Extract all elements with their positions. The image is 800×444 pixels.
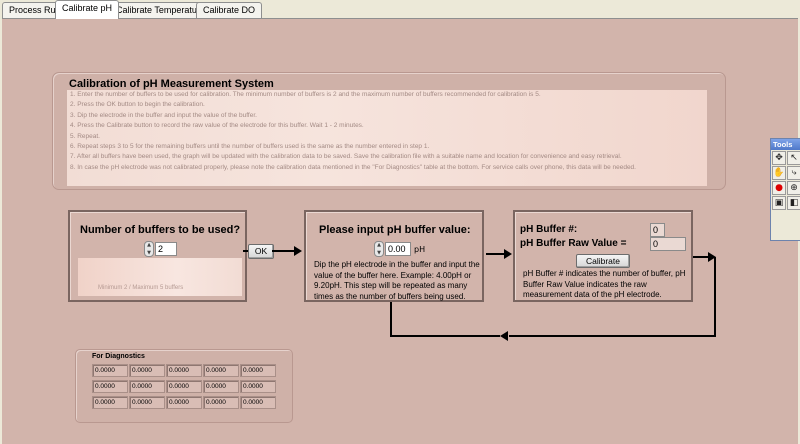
raw-value-display: 0 xyxy=(650,237,686,251)
spin-arrows-icon[interactable]: ▲ ▼ xyxy=(374,241,384,257)
diagnostics-cell: 0.0000 xyxy=(92,380,128,393)
diagnostics-cell: 0.0000 xyxy=(203,380,239,393)
diagnostics-cell: 0.0000 xyxy=(129,364,165,377)
wire xyxy=(509,335,716,337)
ok-button[interactable]: OK xyxy=(248,244,274,259)
wire xyxy=(486,253,505,255)
arrow-left-icon xyxy=(500,331,508,341)
buffers-count-control[interactable]: ▲ ▼ 2 xyxy=(144,241,177,257)
diagnostics-cell: 0.0000 xyxy=(129,380,165,393)
diagnostics-cell: 0.0000 xyxy=(166,380,202,393)
buffers-count-box: Number of buffers to be used? ▲ ▼ 2 Minim… xyxy=(68,210,247,302)
wire xyxy=(693,256,709,258)
buffers-count-note: Minimum 2 / Maximum 5 buffers xyxy=(78,258,242,296)
color-copy-icon[interactable]: ▣ xyxy=(772,196,786,210)
probe-icon[interactable]: ⊕ xyxy=(787,181,800,195)
tab-calibrate-ph[interactable]: Calibrate pH xyxy=(55,0,120,19)
color-icon[interactable]: ◧ xyxy=(787,196,800,210)
diagnostics-cell: 0.0000 xyxy=(129,396,165,409)
diagnostics-table: 0.0000 0.0000 0.0000 0.0000 0.0000 0.000… xyxy=(92,364,276,409)
wire xyxy=(243,250,248,252)
ph-unit-label: pH xyxy=(414,244,426,254)
buffers-count-caption: Minimum 2 / Maximum 5 buffers xyxy=(98,285,184,291)
instruction-line: 7. After all buffers have been used, the… xyxy=(70,153,622,161)
instruction-line: 6. Repeat steps 3 to 5 for the remaining… xyxy=(70,143,430,151)
instructions-text: 1. Enter the number of buffers to be use… xyxy=(67,90,707,186)
tools-grid: ✥ ↖ ✋ ⤷ ● ⊕ ▣ ◧ xyxy=(771,150,800,211)
instruction-line: 8. In case the pH electrode was not cali… xyxy=(70,163,636,171)
position-icon[interactable]: ↖ xyxy=(787,151,800,165)
calibrate-button[interactable]: Calibrate xyxy=(576,254,630,268)
diagnostics-cell: 0.0000 xyxy=(166,396,202,409)
wire xyxy=(714,257,716,337)
diagnostics-label: For Diagnostics xyxy=(92,353,145,360)
spin-arrows-icon[interactable]: ▲ ▼ xyxy=(144,241,154,257)
instruction-line: 4. Press the Calibrate button to record … xyxy=(70,122,364,130)
tools-palette[interactable]: Tools ✥ ↖ ✋ ⤷ ● ⊕ ▣ ◧ xyxy=(770,138,800,241)
ph-input-box: Please input pH buffer value: ▲ ▼ 0.00 pH… xyxy=(304,210,484,302)
raw-value-label: pH Buffer Raw Value = xyxy=(520,238,627,249)
raw-value-description: pH Buffer # indicates the number of buff… xyxy=(523,269,686,299)
buffers-count-field[interactable]: 2 xyxy=(155,242,177,256)
instruction-line: 1. Enter the number of buffers to be use… xyxy=(70,91,541,98)
diagnostics-cell: 0.0000 xyxy=(203,364,239,377)
diagnostics-panel: For Diagnostics 0.0000 0.0000 0.0000 0.0… xyxy=(75,349,293,423)
buffer-number-label: pH Buffer #: xyxy=(520,224,578,235)
ph-input-title: Please input pH buffer value: xyxy=(319,224,471,236)
ph-input-description: Dip the pH electrode in the buffer and i… xyxy=(314,260,480,301)
wiring-icon[interactable]: ⤷ xyxy=(787,166,800,180)
wire xyxy=(392,335,500,337)
arrow-right-icon xyxy=(504,249,512,259)
instruction-line: 2. Press the OK button to begin the cali… xyxy=(70,101,205,109)
calibration-instructions: Calibration of pH Measurement System 1. … xyxy=(52,72,726,190)
diagnostics-cell: 0.0000 xyxy=(92,396,128,409)
arrow-right-icon xyxy=(294,246,302,256)
wire xyxy=(390,302,392,337)
operate-icon[interactable]: ✥ xyxy=(772,151,786,165)
tab-calibrate-do[interactable]: Calibrate DO xyxy=(196,2,263,18)
diagnostics-cell: 0.0000 xyxy=(203,396,239,409)
page-title: Calibration of pH Measurement System xyxy=(69,78,274,90)
diagnostics-cell: 0.0000 xyxy=(240,396,276,409)
tools-palette-title[interactable]: Tools xyxy=(771,139,800,150)
diagnostics-cell: 0.0000 xyxy=(240,380,276,393)
diagnostics-cell: 0.0000 xyxy=(240,364,276,377)
instruction-line: 3. Dip the electrode in the buffer and i… xyxy=(70,111,257,119)
diagnostics-cell: 0.0000 xyxy=(166,364,202,377)
breakpoint-icon[interactable]: ● xyxy=(772,181,786,195)
raw-value-box: pH Buffer #: 0 pH Buffer Raw Value = 0 C… xyxy=(513,210,693,302)
buffers-count-title: Number of buffers to be used? xyxy=(80,224,241,236)
diagnostics-cell: 0.0000 xyxy=(92,364,128,377)
buffer-number-value: 0 xyxy=(650,223,665,237)
instruction-line: 5. Repeat. xyxy=(70,132,100,140)
ph-value-field[interactable]: 0.00 xyxy=(385,242,411,256)
ph-value-control[interactable]: ▲ ▼ 0.00 pH xyxy=(374,241,425,257)
wire xyxy=(272,250,296,252)
tab-bar: Process Run Calibrate pH Calibrate Tempe… xyxy=(0,0,800,19)
hand-icon[interactable]: ✋ xyxy=(772,166,786,180)
